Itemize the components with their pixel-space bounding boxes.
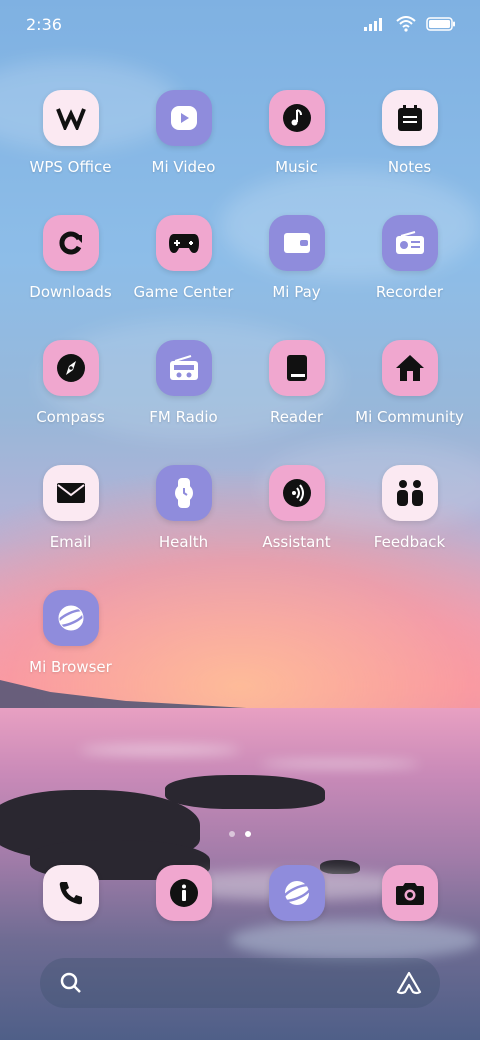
page-dot[interactable] [229,831,235,837]
app-label: Mi Pay [272,283,321,301]
phone-icon [59,882,82,905]
app-recorder[interactable]: Recorder [353,215,466,301]
radio-icon [169,355,198,380]
app-email[interactable]: Email [14,465,127,551]
app-label: Compass [36,408,105,426]
assistant-launcher-icon[interactable] [396,971,422,995]
app-label: FM Radio [149,408,218,426]
app-mi-browser[interactable]: Mi Browser [14,590,127,676]
app-music[interactable]: Music [240,90,353,176]
app-label: Feedback [373,533,446,551]
app-label: Downloads [29,283,112,301]
feedback-icon [396,480,423,506]
app-wps-office[interactable]: WPS Office [14,90,127,176]
dock [0,865,480,925]
app-label: Notes [387,158,432,176]
notes-icon [397,105,422,131]
wifi-icon [396,16,416,32]
dock-camera[interactable] [353,865,466,921]
app-label: Health [158,533,209,551]
info-icon [169,879,198,907]
book-icon [286,355,307,381]
wps-icon [55,108,86,130]
dock-browser[interactable] [240,865,353,921]
app-label: Game Center [133,283,234,301]
app-health[interactable]: Health [127,465,240,551]
dock-phone[interactable] [14,865,127,921]
dock-info[interactable] [127,865,240,921]
app-label: Reader [269,408,324,426]
app-mi-pay[interactable]: Mi Pay [240,215,353,301]
app-label: Recorder [375,283,444,301]
app-downloads[interactable]: Downloads [14,215,127,301]
compass-icon [56,354,85,382]
mail-icon [56,483,85,503]
app-feedback[interactable]: Feedback [353,465,466,551]
home-icon [395,355,424,381]
clock-time: 2:36 [26,15,62,34]
app-reader[interactable]: Reader [240,340,353,426]
browser-icon [55,605,86,631]
camera-icon [395,883,424,905]
music-note-icon [282,104,311,132]
download-icon [58,231,82,255]
app-notes[interactable]: Notes [353,90,466,176]
app-label: Mi Community [355,408,464,426]
app-label: WPS Office [29,158,112,176]
app-label: Mi Video [151,158,216,176]
app-game-center[interactable]: Game Center [127,215,240,301]
browser-icon [281,881,312,905]
assistant-icon [282,479,311,507]
play-icon [170,106,197,130]
app-mi-video[interactable]: Mi Video [127,90,240,176]
app-mi-community[interactable]: Mi Community [353,340,466,426]
watch-icon [174,478,193,508]
search-bar[interactable] [40,958,440,1008]
app-fm-radio[interactable]: FM Radio [127,340,240,426]
page-dot-active[interactable] [245,831,251,837]
search-icon[interactable] [60,972,82,994]
app-label: Music [275,158,318,176]
app-compass[interactable]: Compass [14,340,127,426]
gamepad-icon [168,234,199,253]
app-label: Assistant [262,533,331,551]
status-bar: 2:36 [0,0,480,50]
app-label: Email [49,533,92,551]
recorder-icon [395,231,424,254]
app-assistant[interactable]: Assistant [240,465,353,551]
battery-icon [426,17,455,31]
wallet-icon [283,233,310,253]
page-indicator [0,831,480,837]
app-label: Mi Browser [29,658,112,676]
signal-icon [364,18,382,31]
